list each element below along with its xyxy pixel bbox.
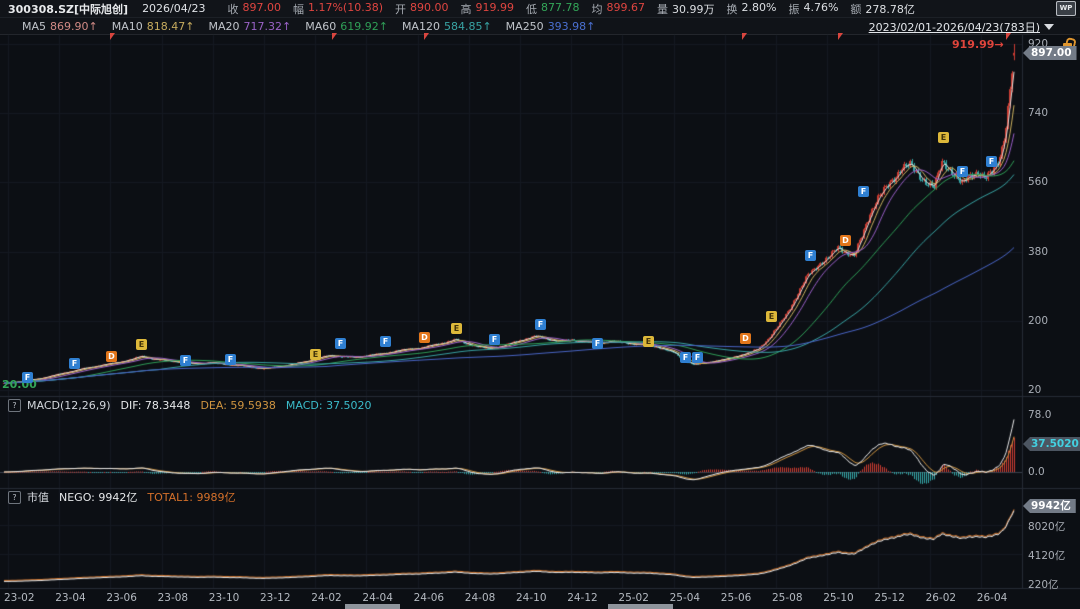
signal-marker-f[interactable]: F <box>335 338 346 349</box>
signal-marker-f[interactable]: F <box>380 336 391 347</box>
marketcap-tick: 8020亿 <box>1028 519 1065 534</box>
signal-marker-e[interactable]: E <box>310 349 321 360</box>
event-flag-icon[interactable] <box>838 33 843 40</box>
total-value: TOTAL1: 9989亿 <box>147 489 235 505</box>
signal-marker-f[interactable]: F <box>858 186 869 197</box>
time-tick: 24-02 <box>311 592 342 604</box>
price-tick: 740 <box>1028 107 1048 119</box>
time-tick: 24-10 <box>516 592 547 604</box>
signal-marker-f[interactable]: F <box>535 319 546 330</box>
time-tick: 26-02 <box>926 592 957 604</box>
time-tick: 26-04 <box>977 592 1008 604</box>
macd-value-badge: 37.5020 <box>1023 437 1080 451</box>
candlestick-chart-canvas[interactable] <box>0 0 1080 609</box>
time-tick: 25-02 <box>618 592 649 604</box>
time-tick: 25-04 <box>670 592 701 604</box>
event-flag-icon[interactable] <box>1006 33 1011 40</box>
signal-marker-e[interactable]: E <box>451 323 462 334</box>
dea-value: DEA: 59.5938 <box>200 399 275 412</box>
signal-marker-f[interactable]: F <box>957 166 968 177</box>
nego-value: NEGO: 9942亿 <box>59 489 137 505</box>
time-tick: 24-06 <box>414 592 445 604</box>
time-tick: 23-06 <box>106 592 137 604</box>
help-icon[interactable]: ? <box>8 491 21 504</box>
scrollbar-thumb[interactable] <box>345 604 400 609</box>
current-price-badge: 897.00 <box>1023 46 1077 60</box>
signal-marker-f[interactable]: F <box>22 372 33 383</box>
time-tick: 24-04 <box>362 592 393 604</box>
highest-price-label: 919.99→ <box>952 38 1004 51</box>
price-tick: 560 <box>1028 176 1048 188</box>
stock-chart-app: 300308.SZ[中际旭创] 2026/04/23 收897.00幅1.17%… <box>0 0 1080 609</box>
signal-marker-f[interactable]: F <box>805 250 816 261</box>
marketcap-tick: 4120亿 <box>1028 548 1065 563</box>
macd-value: MACD: 37.5020 <box>286 399 372 412</box>
marketcap-title: 市值 <box>27 489 49 505</box>
price-tick: 20 <box>1028 384 1041 396</box>
time-tick: 23-04 <box>55 592 86 604</box>
time-tick: 24-12 <box>567 592 598 604</box>
signal-marker-d[interactable]: D <box>840 235 851 246</box>
event-flag-icon[interactable] <box>424 33 429 40</box>
signal-marker-d[interactable]: D <box>740 333 751 344</box>
help-icon[interactable]: ? <box>8 399 21 412</box>
time-tick: 23-08 <box>158 592 189 604</box>
time-tick: 23-02 <box>4 592 35 604</box>
marketcap-panel-header: ? 市值 NEGO: 9942亿 TOTAL1: 9989亿 <box>0 490 1020 504</box>
macd-tick: 0.0 <box>1028 466 1045 478</box>
time-tick: 25-08 <box>772 592 803 604</box>
signal-marker-f[interactable]: F <box>180 355 191 366</box>
signal-marker-f[interactable]: F <box>680 352 691 363</box>
signal-marker-f[interactable]: F <box>69 358 80 369</box>
price-tick: 200 <box>1028 315 1048 327</box>
signal-marker-e[interactable]: E <box>766 311 777 322</box>
signal-marker-f[interactable]: F <box>986 156 997 167</box>
signal-marker-f[interactable]: F <box>692 352 703 363</box>
time-tick: 23-12 <box>260 592 291 604</box>
event-flag-icon[interactable] <box>110 33 115 40</box>
signal-marker-e[interactable]: E <box>643 336 654 347</box>
time-tick: 24-08 <box>465 592 496 604</box>
marketcap-badge: 9942亿 <box>1023 499 1076 513</box>
event-flag-icon[interactable] <box>332 33 337 40</box>
macd-title: MACD(12,26,9) <box>27 399 111 412</box>
signal-marker-f[interactable]: F <box>225 354 236 365</box>
signal-marker-f[interactable]: F <box>592 338 603 349</box>
dif-value: DIF: 78.3448 <box>121 399 191 412</box>
signal-marker-f[interactable]: F <box>489 334 500 345</box>
signal-marker-e[interactable]: E <box>136 339 147 350</box>
macd-panel-header: ? MACD(12,26,9) DIF: 78.3448 DEA: 59.593… <box>0 398 1020 412</box>
time-tick: 25-06 <box>721 592 752 604</box>
price-tick: 380 <box>1028 246 1048 258</box>
time-tick: 25-10 <box>823 592 854 604</box>
event-flag-icon[interactable] <box>742 33 747 40</box>
time-tick: 23-10 <box>209 592 240 604</box>
marketcap-tick: 220亿 <box>1028 577 1059 592</box>
signal-marker-e[interactable]: E <box>938 132 949 143</box>
signal-marker-d[interactable]: D <box>106 351 117 362</box>
signal-marker-d[interactable]: D <box>419 332 430 343</box>
macd-tick: 78.0 <box>1028 409 1051 421</box>
scrollbar-thumb[interactable] <box>608 604 673 609</box>
time-tick: 25-12 <box>874 592 905 604</box>
